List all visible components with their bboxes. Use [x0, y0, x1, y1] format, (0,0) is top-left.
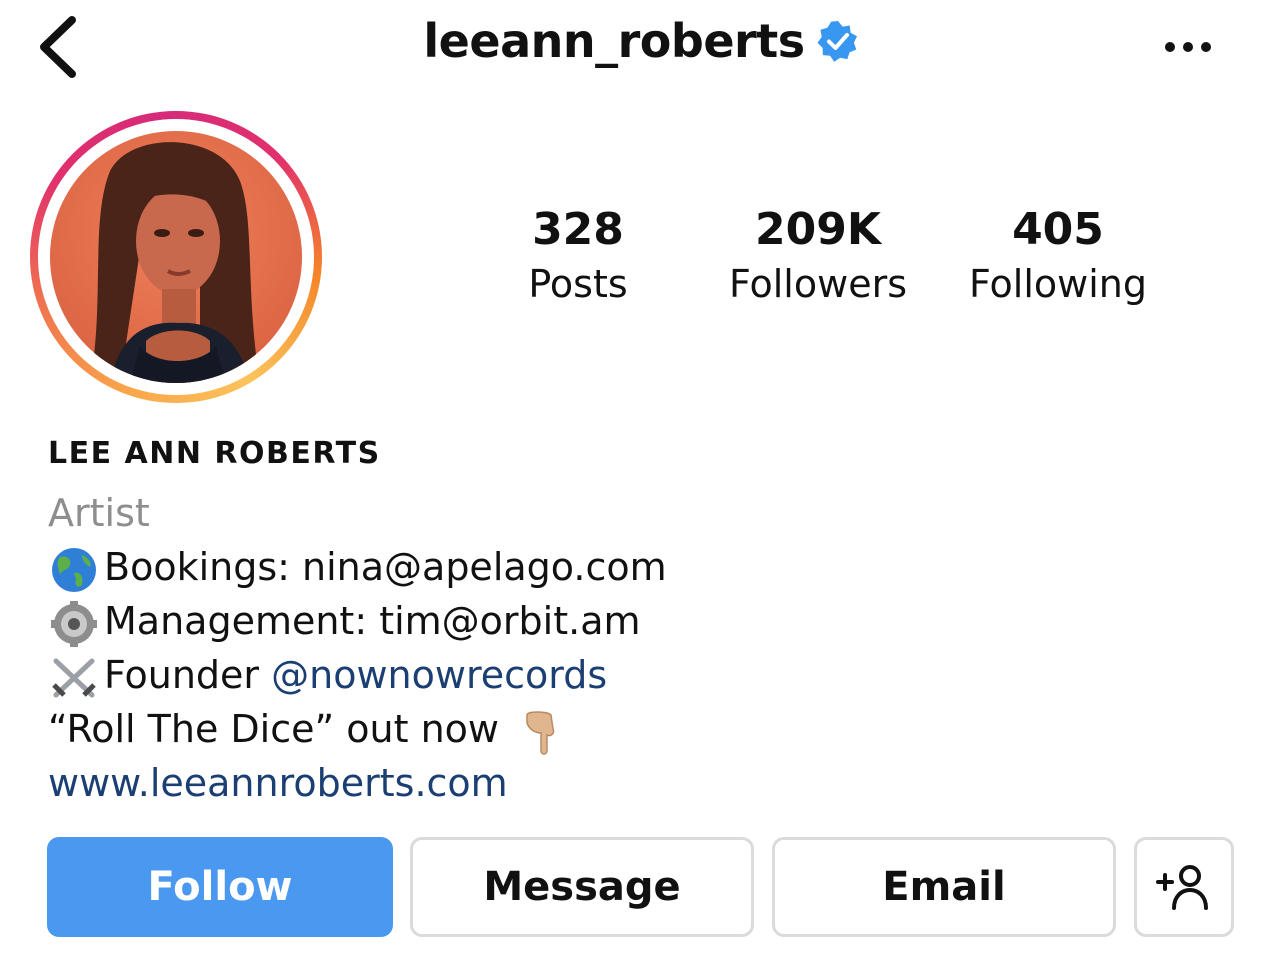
posts-label: Posts	[528, 262, 628, 306]
more-horizontal-icon	[1165, 42, 1211, 52]
followers-label: Followers	[729, 262, 907, 306]
profile-username: leeann_roberts	[423, 14, 805, 68]
title-bar: leeann_roberts	[0, 14, 1282, 68]
email-button[interactable]: Email	[772, 837, 1116, 937]
crossed-swords-icon	[52, 658, 96, 697]
following-count: 405	[1012, 204, 1104, 255]
profile-header: leeann_roberts	[0, 0, 1282, 100]
bookings-text: Bookings: nina@apelago.com	[104, 545, 667, 589]
avatar-story-ring[interactable]	[30, 111, 322, 403]
message-button[interactable]: Message	[410, 837, 754, 937]
founder-text: Founder	[104, 653, 272, 697]
category-label: Artist	[48, 491, 150, 535]
profile-photo	[50, 131, 302, 383]
website-link[interactable]: www.leeannroberts.com	[48, 761, 508, 805]
bio-release-line: “Roll The Dice” out now	[48, 702, 1248, 756]
release-text: “Roll The Dice” out now	[48, 707, 499, 751]
stat-following[interactable]: 405 Following	[948, 200, 1168, 308]
founder-handle-link[interactable]: @nownowrecords	[271, 653, 607, 697]
bio-management-line: Management: tim@orbit.am	[48, 594, 1248, 648]
posts-count: 328	[532, 204, 624, 255]
following-label: Following	[969, 262, 1147, 306]
followers-count: 209K	[755, 204, 881, 255]
bio-bookings-line: Bookings: nina@apelago.com	[48, 540, 1248, 594]
verified-badge-icon	[817, 21, 857, 62]
follow-button[interactable]: Follow	[47, 837, 393, 937]
stat-followers[interactable]: 209K Followers	[703, 200, 933, 308]
avatar	[50, 131, 302, 383]
globe-americas-icon	[52, 547, 96, 592]
add-person-icon	[1156, 865, 1208, 910]
stat-posts[interactable]: 328 Posts	[478, 200, 678, 308]
profile-bio: LEE ANN ROBERTS Artist Bookings: nina@ap…	[48, 436, 1248, 810]
full-name: LEE ANN ROBERTS	[48, 436, 381, 471]
management-text: Management: tim@orbit.am	[104, 599, 641, 643]
bio-founder-line: Founder @nownowrecords	[48, 648, 1248, 702]
more-options-button[interactable]	[1158, 32, 1218, 62]
bio-website-line: www.leeannroberts.com	[48, 756, 1248, 810]
pointing-down-icon	[526, 710, 555, 755]
gear-icon	[51, 600, 97, 647]
suggested-users-button[interactable]	[1134, 837, 1234, 937]
